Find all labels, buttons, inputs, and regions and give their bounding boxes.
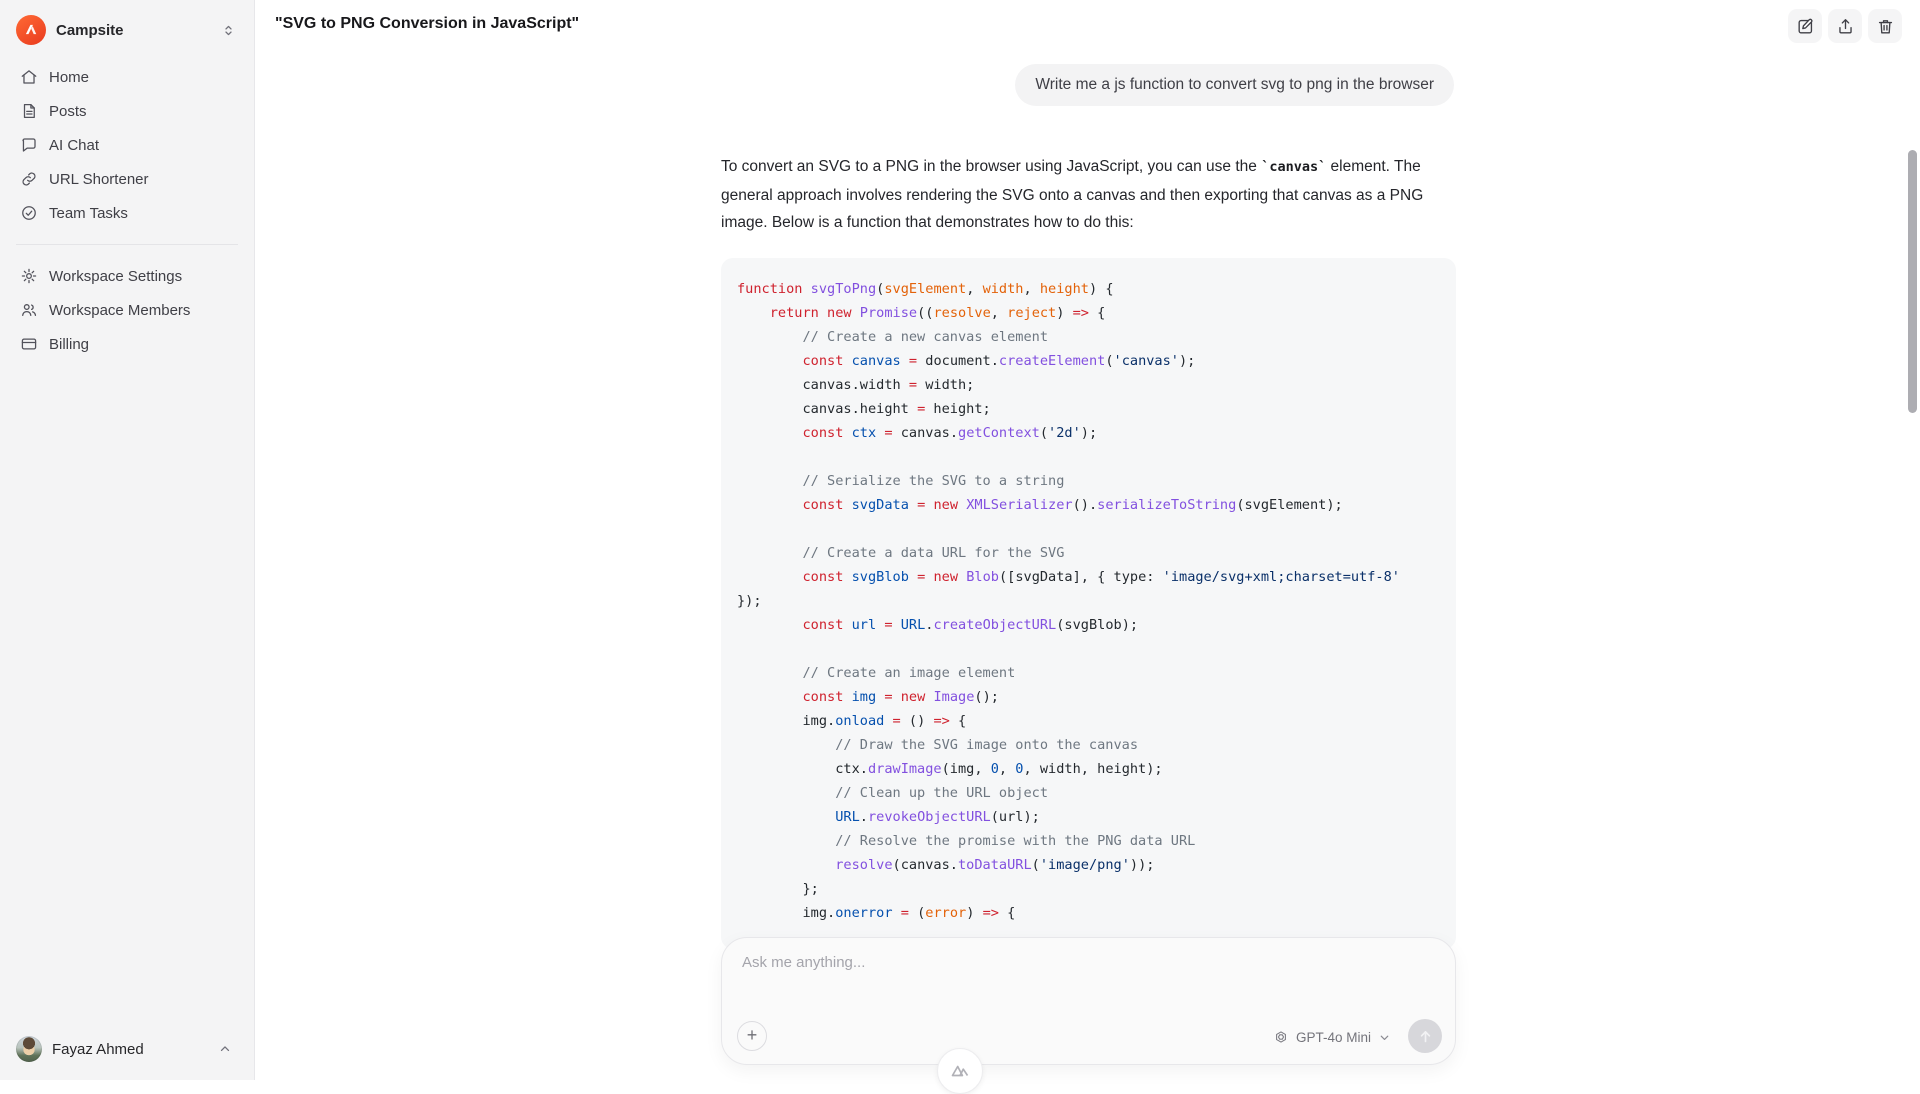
chat-icon — [20, 136, 38, 154]
sidebar-divider — [16, 244, 238, 245]
user-menu[interactable]: Fayaz Ahmed — [14, 1030, 240, 1068]
user-message: Write me a js function to convert svg to… — [1015, 64, 1454, 106]
code-content: function svgToPng(svgElement, width, hei… — [737, 277, 1440, 925]
sidebar-item-posts[interactable]: Posts — [14, 94, 240, 128]
composer: + GPT-4o Mini — [721, 937, 1456, 1065]
message-input[interactable] — [742, 954, 1435, 1012]
sidebar-item-label: URL Shortener — [49, 171, 149, 188]
chevron-up-down-icon — [221, 23, 236, 38]
model-name: GPT-4o Mini — [1296, 1030, 1371, 1045]
chevron-down-icon — [1378, 1031, 1391, 1044]
sidebar-item-workspace-members[interactable]: Workspace Members — [14, 293, 240, 327]
openai-icon — [1273, 1029, 1289, 1045]
gear-icon — [20, 267, 38, 285]
sidebar-item-label: Home — [49, 69, 89, 86]
inline-code: `canvas` — [1261, 159, 1326, 175]
edit-title-button[interactable] — [1788, 9, 1822, 43]
chat-thread: Write me a js function to convert svg to… — [721, 0, 1456, 949]
members-icon — [20, 301, 38, 319]
main-area: "SVG to PNG Conversion in JavaScript" Wr… — [255, 0, 1920, 1080]
sidebar-item-workspace-settings[interactable]: Workspace Settings — [14, 259, 240, 293]
user-name: Fayaz Ahmed — [52, 1041, 208, 1058]
sidebar-item-billing[interactable]: Billing — [14, 327, 240, 361]
edit-icon — [1796, 17, 1815, 36]
chevron-up-icon — [218, 1042, 232, 1056]
share-button[interactable] — [1828, 9, 1862, 43]
mountain-icon — [948, 1059, 972, 1083]
upload-icon — [1836, 17, 1855, 36]
model-selector[interactable]: GPT-4o Mini — [1273, 1029, 1391, 1045]
scrollbar-thumb[interactable] — [1908, 150, 1917, 413]
send-arrow-icon — [1417, 1028, 1434, 1045]
tasks-icon — [20, 204, 38, 222]
sidebar-item-label: AI Chat — [49, 137, 99, 154]
page-title: "SVG to PNG Conversion in JavaScript" — [275, 15, 579, 33]
sidebar-item-team-tasks[interactable]: Team Tasks — [14, 196, 240, 230]
link-icon — [20, 170, 38, 188]
primary-nav: Home Posts AI Chat URL Shortener Te — [14, 60, 240, 361]
campsite-logo-icon — [16, 15, 46, 45]
sidebar-item-label: Team Tasks — [49, 205, 128, 222]
assistant-message-text: To convert an SVG to a PNG in the browse… — [721, 153, 1456, 237]
sidebar-item-ai-chat[interactable]: AI Chat — [14, 128, 240, 162]
sidebar-item-url-shortener[interactable]: URL Shortener — [14, 162, 240, 196]
sidebar-item-label: Workspace Settings — [49, 268, 182, 285]
campsite-ai-badge[interactable] — [937, 1048, 983, 1094]
workspace-name: Campsite — [56, 22, 211, 39]
avatar — [16, 1036, 42, 1062]
sidebar-item-label: Posts — [49, 103, 87, 120]
send-button[interactable] — [1408, 1019, 1442, 1053]
header-actions — [1788, 9, 1902, 43]
posts-icon — [20, 102, 38, 120]
sidebar: Campsite Home Posts AI Chat — [0, 0, 255, 1080]
workspace-switcher[interactable]: Campsite — [14, 10, 240, 50]
sidebar-item-label: Billing — [49, 336, 89, 353]
intro-text-before: To convert an SVG to a PNG in the browse… — [721, 158, 1261, 175]
attach-button[interactable]: + — [737, 1021, 767, 1051]
sidebar-item-label: Workspace Members — [49, 302, 190, 319]
home-icon — [20, 68, 38, 86]
billing-icon — [20, 335, 38, 353]
trash-icon — [1876, 17, 1895, 36]
code-block[interactable]: function svgToPng(svgElement, width, hei… — [721, 258, 1456, 949]
delete-chat-button[interactable] — [1868, 9, 1902, 43]
sidebar-item-home[interactable]: Home — [14, 60, 240, 94]
